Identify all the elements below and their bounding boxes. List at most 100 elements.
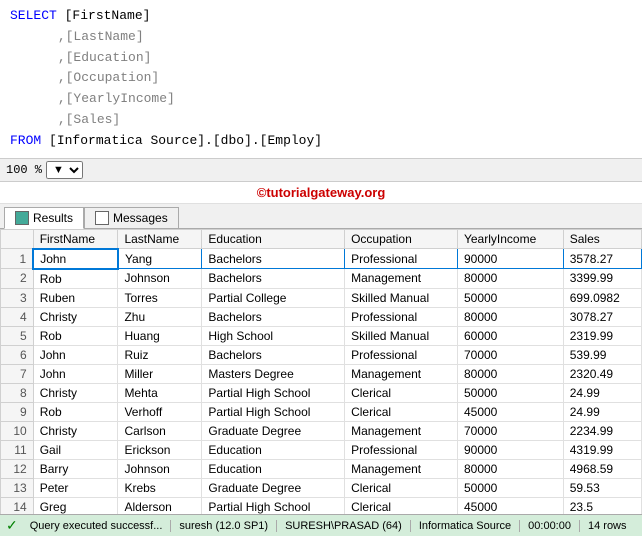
cell-education: Graduate Degree <box>202 478 345 497</box>
col-num <box>1 229 34 249</box>
table-row: 3RubenTorresPartial CollegeSkilled Manua… <box>1 288 642 307</box>
cell-sales: 24.99 <box>563 402 641 421</box>
sql-line-1: SELECT [FirstName] <box>10 6 632 27</box>
table-row: 7JohnMillerMasters DegreeManagement80000… <box>1 364 642 383</box>
table-row: 9RobVerhoffPartial High SchoolClerical45… <box>1 402 642 421</box>
table-row: 8ChristyMehtaPartial High SchoolClerical… <box>1 383 642 402</box>
status-time: 00:00:00 <box>520 520 580 532</box>
cell-lastname: Johnson <box>118 269 202 289</box>
cell-occupation: Clerical <box>345 383 458 402</box>
sql-line-6: ,[Sales] <box>10 110 632 131</box>
col-sales: Sales <box>563 229 641 249</box>
cell-yearlyincome: 80000 <box>457 307 563 326</box>
cell-sales: 4319.99 <box>563 440 641 459</box>
table-row: 10ChristyCarlsonGraduate DegreeManagemen… <box>1 421 642 440</box>
cell-occupation: Management <box>345 364 458 383</box>
table-row: 2RobJohnsonBachelorsManagement800003399.… <box>1 269 642 289</box>
cell-firstname: John <box>33 364 118 383</box>
cell-education: High School <box>202 326 345 345</box>
cell-firstname: Gail <box>33 440 118 459</box>
cell-lastname: Yang <box>118 249 202 269</box>
status-server: SURESH\PRASAD (64) <box>277 520 411 532</box>
cell-lastname: Erickson <box>118 440 202 459</box>
row-num: 10 <box>1 421 34 440</box>
table-row: 13PeterKrebsGraduate DegreeClerical50000… <box>1 478 642 497</box>
col-yearlyincome: YearlyIncome <box>457 229 563 249</box>
col-lastname: LastName <box>118 229 202 249</box>
cell-occupation: Clerical <box>345 478 458 497</box>
cell-sales: 3399.99 <box>563 269 641 289</box>
sql-line-7: FROM [Informatica Source].[dbo].[Employ] <box>10 131 632 152</box>
cell-occupation: Professional <box>345 345 458 364</box>
row-num: 11 <box>1 440 34 459</box>
cell-education: Bachelors <box>202 269 345 289</box>
cell-sales: 24.99 <box>563 383 641 402</box>
cell-occupation: Skilled Manual <box>345 326 458 345</box>
watermark: ©tutorialgateway.org <box>0 182 642 204</box>
sql-line-5: ,[YearlyIncome] <box>10 89 632 110</box>
tab-results[interactable]: Results <box>4 207 84 229</box>
table-row: 4ChristyZhuBachelorsProfessional80000307… <box>1 307 642 326</box>
cell-education: Bachelors <box>202 345 345 364</box>
cell-firstname: John <box>33 345 118 364</box>
cell-sales: 2320.49 <box>563 364 641 383</box>
status-bar: ✓ Query executed successf... suresh (12.… <box>0 514 642 536</box>
col-firstname: FirstName <box>33 229 118 249</box>
cell-lastname: Johnson <box>118 459 202 478</box>
table-header-row: FirstName LastName Education Occupation … <box>1 229 642 249</box>
cell-occupation: Management <box>345 269 458 289</box>
keyword-from: FROM <box>10 133 41 148</box>
tabs: Results Messages <box>0 204 642 229</box>
sql-line-3: ,[Education] <box>10 48 632 69</box>
cell-firstname: John <box>33 249 118 269</box>
table-row: 12BarryJohnsonEducationManagement8000049… <box>1 459 642 478</box>
cell-education: Education <box>202 459 345 478</box>
cell-occupation: Professional <box>345 307 458 326</box>
status-rows: 14 rows <box>580 520 635 532</box>
cell-yearlyincome: 90000 <box>457 440 563 459</box>
cell-firstname: Barry <box>33 459 118 478</box>
keyword-select: SELECT <box>10 8 57 23</box>
row-num: 8 <box>1 383 34 402</box>
cell-lastname: Carlson <box>118 421 202 440</box>
messages-tab-icon <box>95 211 109 225</box>
cell-firstname: Ruben <box>33 288 118 307</box>
cell-lastname: Verhoff <box>118 402 202 421</box>
cell-education: Education <box>202 440 345 459</box>
status-user: suresh (12.0 SP1) <box>171 520 277 532</box>
cell-education: Partial College <box>202 288 345 307</box>
cell-yearlyincome: 50000 <box>457 288 563 307</box>
cell-education: Masters Degree <box>202 364 345 383</box>
tab-results-label: Results <box>33 211 73 225</box>
results-tab-icon <box>15 211 29 225</box>
cell-firstname: Christy <box>33 421 118 440</box>
results-container: FirstName LastName Education Occupation … <box>0 229 642 529</box>
cell-firstname: Rob <box>33 402 118 421</box>
cell-occupation: Management <box>345 421 458 440</box>
cell-yearlyincome: 50000 <box>457 478 563 497</box>
cell-sales: 2319.99 <box>563 326 641 345</box>
cell-occupation: Skilled Manual <box>345 288 458 307</box>
tab-messages[interactable]: Messages <box>84 207 179 228</box>
row-num: 1 <box>1 249 34 269</box>
zoom-select[interactable]: ▼ <box>46 161 83 179</box>
cell-yearlyincome: 70000 <box>457 345 563 364</box>
cell-lastname: Krebs <box>118 478 202 497</box>
cell-education: Partial High School <box>202 383 345 402</box>
cell-occupation: Professional <box>345 440 458 459</box>
cell-lastname: Miller <box>118 364 202 383</box>
cell-yearlyincome: 70000 <box>457 421 563 440</box>
row-num: 7 <box>1 364 34 383</box>
cell-yearlyincome: 90000 <box>457 249 563 269</box>
zoom-label: 100 % <box>6 163 42 177</box>
cell-yearlyincome: 60000 <box>457 326 563 345</box>
cell-firstname: Christy <box>33 307 118 326</box>
cell-education: Partial High School <box>202 402 345 421</box>
table-row: 6JohnRuizBachelorsProfessional70000539.9… <box>1 345 642 364</box>
cell-firstname: Peter <box>33 478 118 497</box>
row-num: 13 <box>1 478 34 497</box>
row-num: 5 <box>1 326 34 345</box>
cell-sales: 539.99 <box>563 345 641 364</box>
cell-lastname: Torres <box>118 288 202 307</box>
row-num: 6 <box>1 345 34 364</box>
